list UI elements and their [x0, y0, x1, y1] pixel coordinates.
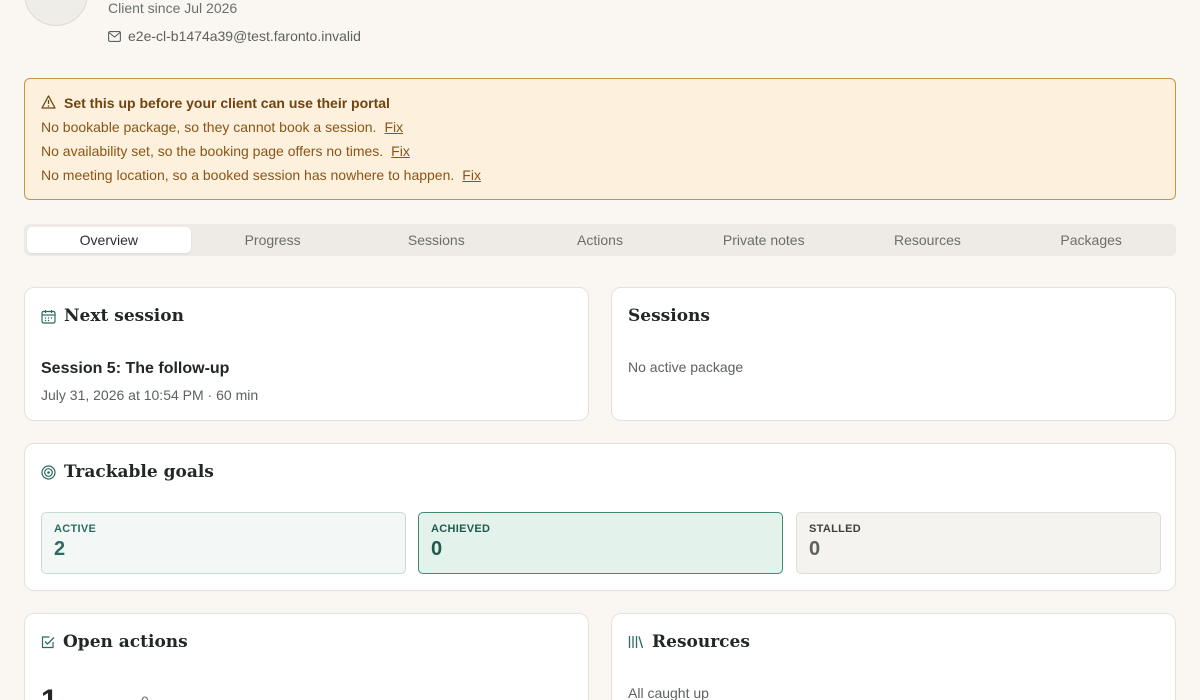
- sessions-title: Sessions: [628, 306, 710, 326]
- tab-packages[interactable]: Packages: [1009, 227, 1173, 253]
- warning-item-text: No meeting location, so a booked session…: [41, 167, 455, 183]
- open-actions-count: 1: [41, 684, 58, 700]
- sessions-status: No active package: [628, 359, 744, 375]
- goal-stat-label: STALLED: [809, 523, 862, 535]
- card-title-row: Resources: [628, 632, 750, 652]
- goals-title: Trackable goals: [64, 462, 214, 482]
- goal-stat-active[interactable]: ACTIVE 2: [41, 512, 406, 574]
- goal-stat-stalled[interactable]: STALLED 0: [796, 512, 1161, 574]
- tab-progress[interactable]: Progress: [191, 227, 355, 253]
- resources-card: Resources All caught up: [611, 613, 1176, 700]
- tab-resources[interactable]: Resources: [846, 227, 1010, 253]
- next-session-title: Next session: [64, 306, 184, 326]
- avatar: [24, 0, 88, 26]
- trackable-goals-card: Trackable goals ACTIVE 2 ACHIEVED 0 STAL…: [24, 443, 1176, 591]
- warning-icon: [41, 94, 56, 112]
- client-tabs: Overview Progress Sessions Actions Priva…: [24, 224, 1176, 256]
- library-icon: [628, 635, 644, 649]
- goal-stat-value: 0: [431, 538, 443, 560]
- warning-item: No meeting location, so a booked session…: [41, 166, 1159, 184]
- warning-item: No bookable package, so they cannot book…: [41, 118, 1159, 136]
- client-email: e2e-cl-b1474a39@test.faronto.invalid: [128, 28, 361, 44]
- session-datetime: July 31, 2026 at 10:54 PM · 60 min: [41, 387, 259, 403]
- tab-actions[interactable]: Actions: [518, 227, 682, 253]
- warning-item: No availability set, so the booking page…: [41, 142, 1159, 160]
- goal-stat-achieved[interactable]: ACHIEVED 0: [418, 512, 783, 574]
- next-session-card: Next session Session 5: The follow-up Ju…: [24, 287, 589, 421]
- card-title-row: Open actions: [41, 632, 188, 652]
- checkbox-icon: [41, 635, 55, 649]
- resources-status: All caught up: [628, 685, 709, 700]
- card-title-row: Trackable goals: [41, 462, 214, 482]
- fix-package-link[interactable]: Fix: [384, 119, 403, 135]
- warning-title: Set this up before your client can use t…: [64, 95, 390, 111]
- warning-item-text: No bookable package, so they cannot book…: [41, 119, 377, 135]
- open-actions-card: Open actions 1 0: [24, 613, 589, 700]
- card-title-row: Next session: [41, 306, 184, 326]
- actions-title: Open actions: [63, 632, 188, 652]
- fix-location-link[interactable]: Fix: [462, 167, 481, 183]
- tab-sessions[interactable]: Sessions: [354, 227, 518, 253]
- goal-stat-label: ACTIVE: [54, 523, 97, 535]
- tab-overview[interactable]: Overview: [27, 227, 191, 253]
- mail-icon: [108, 30, 121, 42]
- goal-stat-label: ACHIEVED: [431, 523, 491, 535]
- tab-private-notes[interactable]: Private notes: [682, 227, 846, 253]
- fix-availability-link[interactable]: Fix: [391, 143, 410, 159]
- email-row: e2e-cl-b1474a39@test.faronto.invalid: [108, 28, 361, 44]
- target-icon: [41, 464, 56, 480]
- session-name[interactable]: Session 5: The follow-up: [41, 360, 229, 378]
- actions-secondary-count: 0: [141, 693, 149, 700]
- goal-stat-value: 0: [809, 538, 821, 560]
- client-since: Client since Jul 2026: [108, 0, 238, 16]
- sessions-card: Sessions No active package: [611, 287, 1176, 421]
- calendar-icon: [41, 309, 56, 324]
- warning-item-text: No availability set, so the booking page…: [41, 143, 384, 159]
- warning-title-row: Set this up before your client can use t…: [41, 94, 1159, 112]
- goal-stat-value: 2: [54, 538, 66, 560]
- resources-title: Resources: [652, 632, 750, 652]
- setup-warning: Set this up before your client can use t…: [24, 78, 1176, 200]
